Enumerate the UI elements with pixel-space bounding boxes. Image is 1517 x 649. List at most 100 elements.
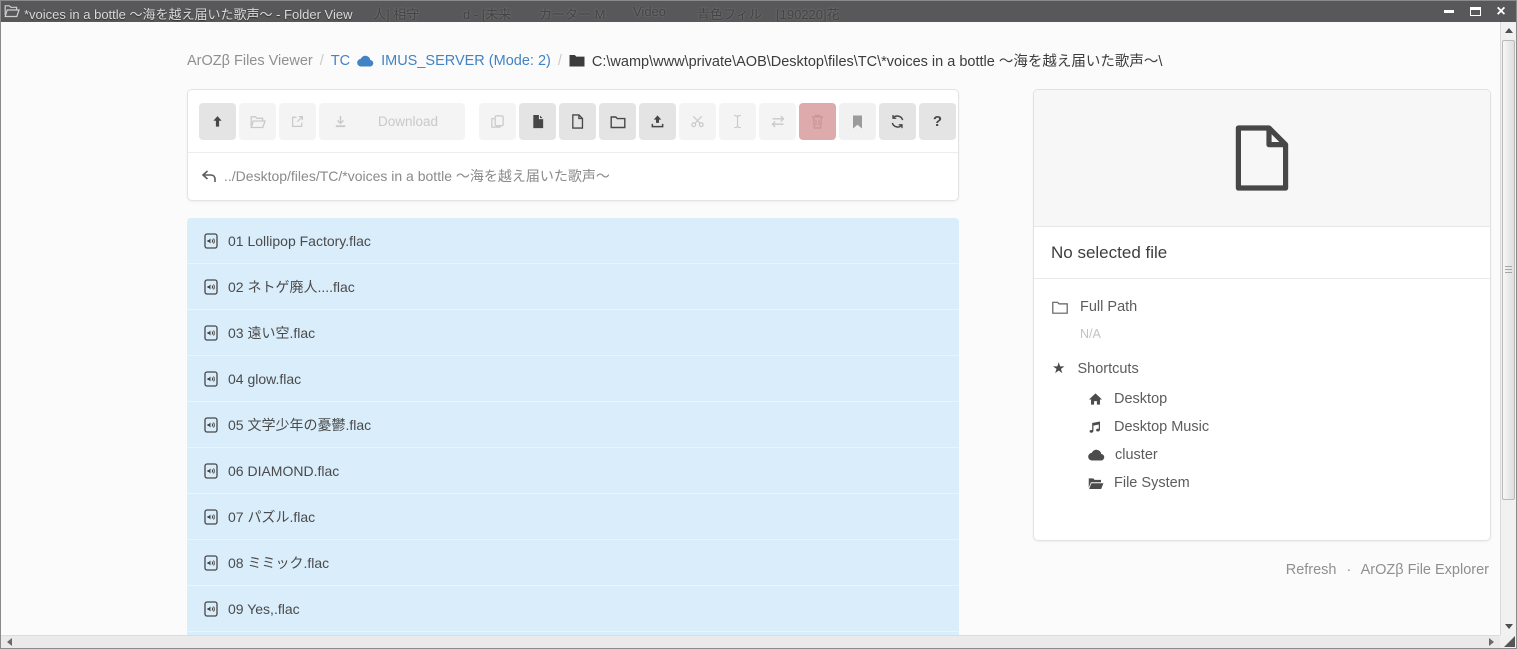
maximize-icon	[1470, 7, 1481, 16]
file-row[interactable]: 03 遠い空.flac	[187, 310, 959, 356]
footer: Refresh · ArOZβ File Explorer	[1286, 562, 1489, 578]
new-file-button[interactable]	[559, 103, 596, 140]
file-row[interactable]: 01 Lollipop Factory.flac	[187, 218, 959, 264]
move-button[interactable]	[759, 103, 796, 140]
file-row[interactable]: 05 文学少年の憂鬱.flac	[187, 402, 959, 448]
toolbar-card: Download? ../Desktop/files/TC/*voices in…	[187, 89, 959, 201]
file-row[interactable]: 02 ネトゲ廃人....flac	[187, 264, 959, 310]
no-selected-file-text: No selected file	[1034, 227, 1490, 279]
resize-grip[interactable]	[1500, 635, 1516, 648]
folder-icon	[569, 54, 585, 67]
scissors-icon	[690, 114, 705, 129]
audio-file-icon	[204, 279, 218, 295]
breadcrumb-drive-link[interactable]: TC	[331, 53, 350, 69]
window-title: *voices in a bottle ～海を越え届いた歌声～ - Folder…	[24, 4, 352, 22]
file-icon	[1234, 125, 1290, 191]
scroll-up-button[interactable]	[1501, 22, 1516, 39]
audio-file-icon	[204, 417, 218, 433]
external-link-icon	[290, 114, 305, 129]
vertical-scrollbar[interactable]	[1500, 22, 1516, 635]
scroll-down-button[interactable]	[1501, 618, 1516, 635]
up-button[interactable]	[199, 103, 236, 140]
folder-open-filled-icon	[1088, 477, 1104, 490]
help-button[interactable]: ?	[919, 103, 956, 140]
titlebar-ghost-label: 青色フィル	[697, 4, 762, 22]
shortcut-file-system[interactable]: File System	[1034, 469, 1490, 497]
breadcrumb: ArOZβ Files Viewer / TC IMUS_SERVER (Mod…	[187, 50, 1487, 71]
audio-file-icon	[204, 555, 218, 571]
file-row[interactable]: 04 glow.flac	[187, 356, 959, 402]
paste-icon	[531, 114, 545, 129]
cut-button[interactable]	[679, 103, 716, 140]
window-controls: ×	[1442, 1, 1508, 22]
details-panel: No selected file Full Path N/A ★ Shortcu…	[1033, 89, 1491, 541]
file-name: 09 Yes,.flac	[228, 601, 300, 617]
window-titlebar[interactable]: *voices in a bottle ～海を越え届いた歌声～ - Folder…	[1, 1, 1516, 22]
file-row[interactable]: 08 ミミック.flac	[187, 540, 959, 586]
shortcut-cluster[interactable]: cluster	[1034, 441, 1490, 469]
horizontal-scrollbar[interactable]	[1, 635, 1500, 648]
download-button[interactable]: Download	[319, 103, 465, 140]
file-name: 01 Lollipop Factory.flac	[228, 233, 371, 249]
file-name: 06 DIAMOND.flac	[228, 463, 339, 479]
audio-file-icon	[204, 509, 218, 525]
folder-view-window: *voices in a bottle ～海を越え届いた歌声～ - Folder…	[0, 0, 1517, 649]
open-external-button[interactable]	[279, 103, 316, 140]
shortcut-desktop[interactable]: Desktop	[1034, 385, 1490, 413]
scroll-left-button[interactable]	[1, 636, 18, 648]
shortcut-desktop-music[interactable]: Desktop Music	[1034, 413, 1490, 441]
shortcut-label: Desktop	[1114, 391, 1167, 407]
folder-outline-icon	[1052, 301, 1068, 314]
close-icon: ×	[1496, 5, 1505, 19]
current-path-bar: ../Desktop/files/TC/*voices in a bottle …	[188, 152, 958, 200]
file-name: 02 ネトゲ廃人....flac	[228, 277, 355, 297]
upload-button[interactable]	[639, 103, 676, 140]
shortcut-label: Desktop Music	[1114, 419, 1209, 435]
minimize-icon	[1444, 10, 1454, 13]
paste-button[interactable]	[519, 103, 556, 140]
new-folder-button[interactable]	[599, 103, 636, 140]
scrollbar-grip	[1505, 266, 1512, 274]
bookmark-icon	[852, 115, 863, 129]
rename-button[interactable]	[719, 103, 756, 140]
back-arrow-icon	[201, 170, 217, 183]
close-button[interactable]: ×	[1494, 4, 1508, 20]
open-button[interactable]	[239, 103, 276, 140]
refresh-icon	[890, 114, 905, 129]
file-name: 05 文学少年の憂鬱.flac	[228, 415, 371, 435]
shortcuts-label: Shortcuts	[1077, 361, 1138, 377]
shortcuts-list: Desktop Desktop Music cluster File System	[1034, 385, 1490, 497]
file-row[interactable]: 06 DIAMOND.flac	[187, 448, 959, 494]
breadcrumb-server-link[interactable]: IMUS_SERVER (Mode: 2)	[381, 53, 551, 69]
home-icon	[1088, 392, 1104, 406]
vertical-scrollbar-thumb[interactable]	[1502, 40, 1515, 500]
arrow-up-icon	[210, 114, 225, 129]
file-meta: Full Path N/A ★ Shortcuts DesktopDesktop…	[1034, 279, 1490, 497]
full-path-row: Full Path	[1034, 291, 1490, 323]
full-path-label: Full Path	[1080, 299, 1137, 315]
delete-button[interactable]	[799, 103, 836, 140]
scroll-right-button[interactable]	[1483, 636, 1500, 648]
toolbar: Download?	[188, 90, 958, 153]
triangle-down-icon	[1505, 624, 1513, 629]
bookmark-button[interactable]	[839, 103, 876, 140]
triangle-left-icon	[7, 638, 12, 646]
refresh-button[interactable]	[879, 103, 916, 140]
shortcut-label: File System	[1114, 475, 1190, 491]
file-row[interactable]: 07 パズル.flac	[187, 494, 959, 540]
maximize-button[interactable]	[1468, 4, 1482, 20]
download-label: Download	[378, 114, 438, 129]
breadcrumb-path: C:\wamp\www\private\AOB\Desktop\files\TC…	[592, 50, 1162, 71]
copy-button[interactable]	[479, 103, 516, 140]
minimize-button[interactable]	[1442, 4, 1456, 20]
file-row[interactable]: 09 Yes,.flac	[187, 586, 959, 632]
breadcrumb-app[interactable]: ArOZβ Files Viewer	[187, 53, 313, 69]
trash-icon	[811, 114, 824, 129]
breadcrumb-separator: /	[320, 53, 324, 69]
refresh-link[interactable]: Refresh	[1286, 562, 1337, 578]
file-name: 03 遠い空.flac	[228, 323, 315, 343]
breadcrumb-separator: /	[558, 53, 562, 69]
audio-file-icon	[204, 601, 218, 617]
file-name: 08 ミミック.flac	[228, 553, 329, 573]
shortcuts-row: ★ Shortcuts	[1034, 353, 1490, 385]
